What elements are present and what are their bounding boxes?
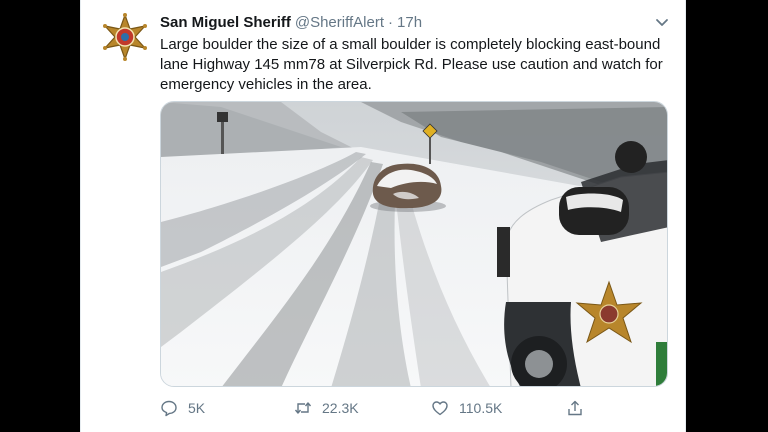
share-upload-icon bbox=[568, 400, 582, 416]
like-button[interactable]: 110.5K bbox=[431, 396, 502, 420]
sheriff-star-badge-icon bbox=[103, 13, 147, 61]
like-count: 110.5K bbox=[459, 400, 503, 416]
tweet-text: Large boulder the size of a small boulde… bbox=[160, 36, 663, 93]
tweet-photo[interactable] bbox=[160, 101, 668, 387]
boulder-road-photo bbox=[161, 102, 667, 386]
timestamp[interactable]: 17h bbox=[397, 14, 422, 31]
user-handle[interactable]: @SheriffAlert bbox=[295, 14, 384, 31]
speech-bubble-icon bbox=[161, 400, 177, 417]
share-button[interactable] bbox=[566, 396, 594, 420]
reply-button[interactable]: 5K bbox=[160, 396, 205, 420]
retweet-count: 22.3K bbox=[322, 400, 359, 416]
right-black-bar bbox=[686, 0, 768, 432]
avatar[interactable] bbox=[101, 13, 149, 61]
retweet-arrows-icon bbox=[294, 402, 312, 414]
reply-count: 5K bbox=[188, 400, 206, 416]
heart-icon bbox=[432, 401, 448, 416]
tweet-actions: 5K 22.3K 110.5K bbox=[160, 396, 670, 420]
tweet-card[interactable]: San Miguel Sheriff @SheriffAlert · 17h Larg… bbox=[80, 0, 686, 432]
left-black-bar bbox=[0, 0, 80, 432]
tweet-header: San Miguel Sheriff @SheriffAlert · 17h bbox=[160, 13, 670, 33]
retweet-button[interactable]: 22.3K bbox=[294, 396, 359, 420]
chevron-down-icon[interactable] bbox=[654, 15, 670, 31]
separator-dot: · bbox=[388, 14, 394, 31]
display-name[interactable]: San Miguel Sheriff bbox=[160, 14, 291, 31]
